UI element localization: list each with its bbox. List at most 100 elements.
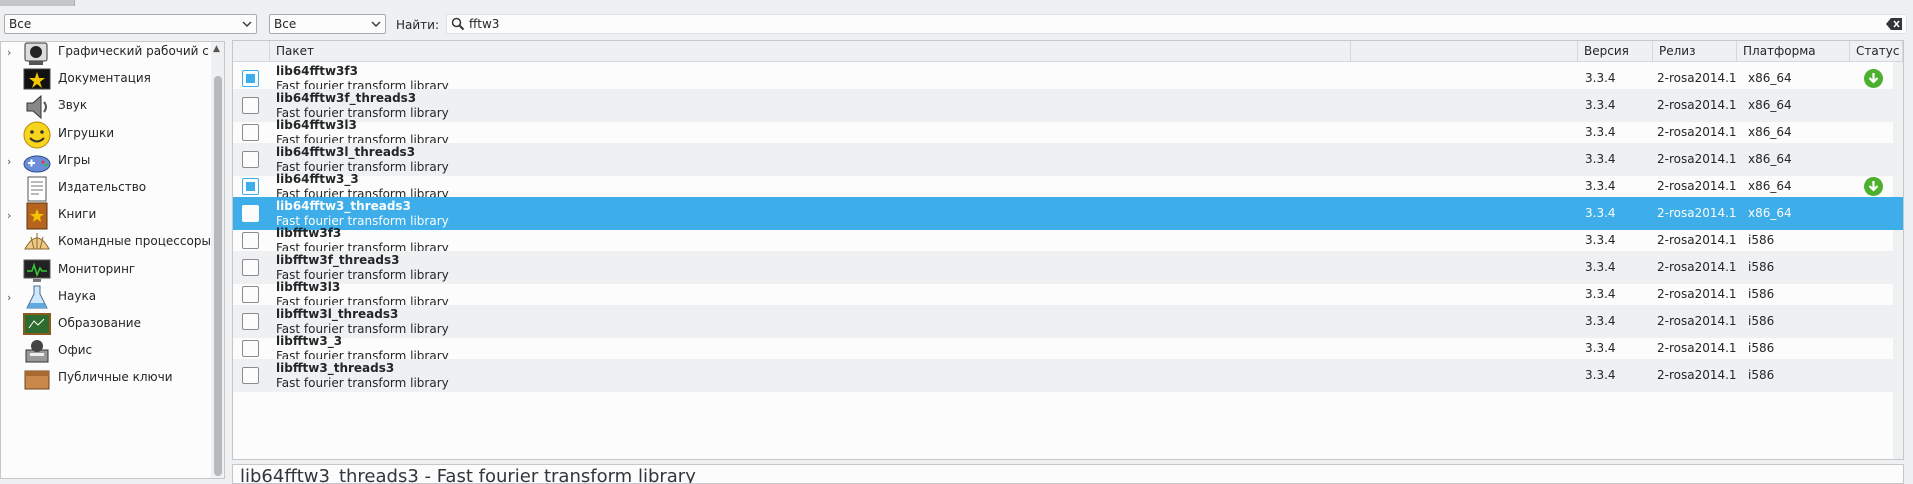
category-scrollbar[interactable]: ▲ — [211, 42, 224, 478]
package-release: 2-rosa2014.1 — [1657, 98, 1737, 112]
package-release: 2-rosa2014.1 — [1657, 125, 1737, 139]
column-header-version[interactable]: Версия — [1578, 41, 1653, 62]
package-checkbox[interactable] — [242, 70, 259, 87]
category-label: Звук — [58, 98, 88, 112]
package-release: 2-rosa2014.1 — [1657, 368, 1737, 382]
package-name: lib64fftw3l3 — [276, 118, 357, 132]
package-platform: i586 — [1748, 314, 1775, 328]
package-version: 3.3.4 — [1585, 152, 1616, 166]
category-label: Командные процессоры — [58, 234, 211, 248]
category-item[interactable]: Публичные ключи — [1, 362, 211, 395]
package-version: 3.3.4 — [1585, 179, 1616, 193]
package-name: lib64fftw3f3 — [276, 64, 358, 78]
package-name: lib64fftw3_threads3 — [276, 199, 411, 213]
package-name: libfftw3l_threads3 — [276, 307, 399, 321]
package-version: 3.3.4 — [1585, 314, 1616, 328]
package-checkbox[interactable] — [242, 232, 259, 249]
column-header-package[interactable]: Пакет — [270, 41, 1351, 62]
status-filter-value: Все — [274, 17, 297, 31]
column-header-release[interactable]: Релиз — [1653, 41, 1737, 62]
package-table[interactable]: Пакет Версия Релиз Платформа Статус lib6… — [232, 40, 1904, 460]
package-checkbox[interactable] — [242, 313, 259, 330]
package-checkbox[interactable] — [242, 367, 259, 384]
category-label: Офис — [58, 343, 93, 357]
window-tab[interactable] — [0, 0, 75, 6]
package-checkbox[interactable] — [242, 151, 259, 168]
package-checkbox[interactable] — [242, 178, 259, 195]
package-checkbox[interactable] — [242, 340, 259, 357]
package-name: libfftw3_threads3 — [276, 361, 395, 375]
package-platform: i586 — [1748, 260, 1775, 274]
package-release: 2-rosa2014.1 — [1657, 71, 1737, 85]
package-version: 3.3.4 — [1585, 368, 1616, 382]
download-icon — [1863, 68, 1884, 89]
search-input[interactable] — [469, 16, 1849, 32]
chevron-right-icon[interactable]: › — [7, 209, 11, 222]
package-name: libfftw3f3 — [276, 226, 342, 240]
package-name: libfftw3l3 — [276, 280, 341, 294]
chevron-down-icon — [242, 21, 252, 27]
status-filter-combo[interactable]: Все — [269, 14, 386, 34]
package-name: lib64fftw3f_threads3 — [276, 91, 417, 105]
package-release: 2-rosa2014.1 — [1657, 287, 1737, 301]
package-name: libfftw3_3 — [276, 334, 343, 348]
category-label: Графический рабочий с — [58, 44, 209, 58]
package-platform: x86_64 — [1748, 179, 1792, 193]
group-filter-value: Все — [9, 17, 32, 31]
package-version: 3.3.4 — [1585, 260, 1616, 274]
package-platform: x86_64 — [1748, 71, 1792, 85]
category-tree[interactable]: ▲ › Графический рабочий с Документация Звук… — [0, 41, 225, 479]
package-platform: i586 — [1748, 368, 1775, 382]
package-version: 3.3.4 — [1585, 206, 1616, 220]
package-version: 3.3.4 — [1585, 287, 1616, 301]
category-label: Игрушки — [58, 126, 115, 140]
package-version: 3.3.4 — [1585, 125, 1616, 139]
category-label: Издательство — [58, 180, 147, 194]
package-platform: i586 — [1748, 341, 1775, 355]
table-row[interactable]: libfftw3_threads3 Fast fourier transform … — [233, 359, 1903, 392]
package-platform: x86_64 — [1748, 152, 1792, 166]
package-version: 3.3.4 — [1585, 98, 1616, 112]
package-release: 2-rosa2014.1 — [1657, 152, 1737, 166]
package-name: libfftw3f_threads3 — [276, 253, 400, 267]
chevron-right-icon[interactable]: › — [7, 46, 11, 59]
package-release: 2-rosa2014.1 — [1657, 206, 1737, 220]
package-info-text: lib64fftw3_threads3 - Fast fourier trans… — [240, 466, 696, 484]
scrollbar-thumb[interactable] — [214, 76, 222, 476]
package-checkbox[interactable] — [242, 124, 259, 141]
keys-icon — [21, 363, 53, 395]
category-label: Образование — [58, 316, 141, 330]
package-version: 3.3.4 — [1585, 233, 1616, 247]
scroll-up-icon[interactable]: ▲ — [213, 44, 220, 54]
package-name: lib64fftw3_3 — [276, 172, 359, 186]
package-release: 2-rosa2014.1 — [1657, 260, 1737, 274]
package-version: 3.3.4 — [1585, 71, 1616, 85]
column-header-checkbox — [233, 41, 270, 62]
package-platform: i586 — [1748, 287, 1775, 301]
package-platform: x86_64 — [1748, 206, 1792, 220]
group-filter-combo[interactable]: Все — [4, 14, 257, 34]
column-header-spacer — [1351, 41, 1578, 62]
download-icon — [1863, 176, 1884, 197]
package-release: 2-rosa2014.1 — [1657, 179, 1737, 193]
column-header-platform[interactable]: Платформа — [1737, 41, 1850, 62]
category-label: Мониторинг — [58, 262, 136, 276]
package-release: 2-rosa2014.1 — [1657, 233, 1737, 247]
package-checkbox[interactable] — [242, 259, 259, 276]
package-platform: x86_64 — [1748, 98, 1792, 112]
package-name: lib64fftw3l_threads3 — [276, 145, 416, 159]
clear-search-icon[interactable] — [1886, 18, 1902, 30]
chevron-right-icon[interactable]: › — [7, 155, 11, 168]
search-box[interactable] — [446, 14, 1907, 34]
package-checkbox[interactable] — [242, 205, 259, 222]
package-checkbox[interactable] — [242, 97, 259, 114]
category-label: Документация — [58, 71, 151, 85]
column-header-status[interactable]: Статус — [1850, 41, 1903, 62]
chevron-right-icon[interactable]: › — [7, 291, 11, 304]
category-label: Книги — [58, 207, 97, 221]
package-release: 2-rosa2014.1 — [1657, 341, 1737, 355]
find-label: Найти: — [396, 18, 440, 32]
filter-toolbar: Все Все Найти: — [0, 11, 1913, 38]
package-version: 3.3.4 — [1585, 341, 1616, 355]
package-checkbox[interactable] — [242, 286, 259, 303]
